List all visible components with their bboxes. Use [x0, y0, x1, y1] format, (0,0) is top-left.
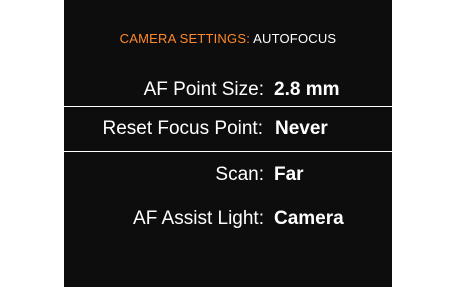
menu-header: CAMERA SETTINGS: AUTOFOCUS	[64, 31, 392, 46]
setting-value: Far	[274, 164, 304, 185]
setting-label: AF Assist Light:	[133, 208, 264, 229]
setting-row-reset-focus-point[interactable]: Reset Focus Point: Never	[0, 106, 456, 152]
setting-value: Never	[275, 118, 328, 139]
setting-value: Camera	[274, 208, 344, 229]
setting-label: Scan:	[215, 164, 264, 185]
setting-label: Reset Focus Point:	[102, 118, 263, 139]
setting-row-af-assist-light[interactable]: AF Assist Light: Camera	[0, 196, 456, 242]
setting-label: AF Point Size:	[143, 79, 264, 100]
setting-row-scan[interactable]: Scan: Far	[0, 152, 456, 198]
menu-page-title: AUTOFOCUS	[253, 31, 337, 46]
menu-category: CAMERA SETTINGS:	[119, 31, 251, 46]
setting-value: 2.8 mm	[274, 79, 340, 100]
